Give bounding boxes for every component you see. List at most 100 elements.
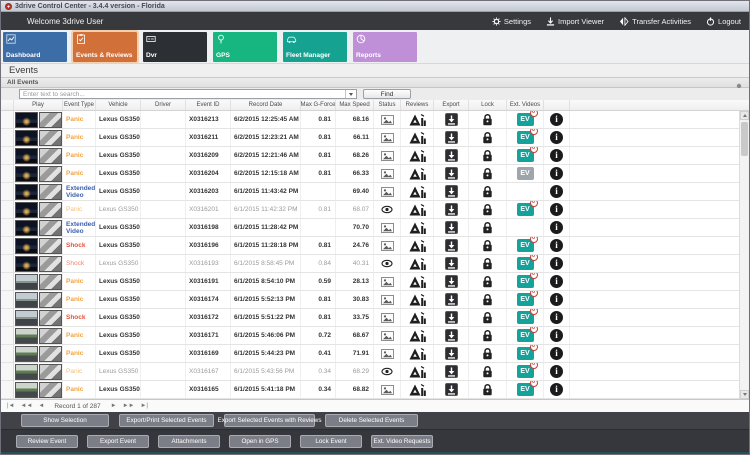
export-cell[interactable] <box>434 111 469 128</box>
table-row[interactable]: Panic Lexus GS350 X0316209 6/2/2015 12:21:4… <box>1 147 741 165</box>
pager-prev-page-button[interactable]: ◄◄ <box>19 401 35 411</box>
export-cell[interactable] <box>434 183 469 200</box>
review-event-button[interactable]: Review Event <box>16 435 78 448</box>
download-icon[interactable] <box>444 131 458 144</box>
driver-thumbnail[interactable] <box>39 345 62 362</box>
info-cell[interactable]: i <box>544 363 570 380</box>
lock-cell[interactable] <box>469 345 507 362</box>
ext-videos-cell[interactable]: EV 0 <box>507 381 544 398</box>
reviews-cell[interactable] <box>401 147 434 164</box>
road-thumbnail[interactable] <box>15 291 38 308</box>
driver-thumbnail[interactable] <box>39 291 62 308</box>
play-cell[interactable] <box>14 381 63 398</box>
export-cell[interactable] <box>434 381 469 398</box>
review-analysis-icon[interactable] <box>409 257 426 270</box>
info-icon[interactable]: i <box>550 329 563 342</box>
info-icon[interactable]: i <box>550 131 563 144</box>
info-cell[interactable]: i <box>544 111 570 128</box>
export-cell[interactable] <box>434 345 469 362</box>
road-thumbnail[interactable] <box>15 345 38 362</box>
extended-video-chip[interactable]: EV 0 <box>516 381 538 396</box>
play-cell[interactable] <box>14 201 63 218</box>
export-cell[interactable] <box>434 363 469 380</box>
ext-videos-cell[interactable]: EV 0 <box>507 111 544 128</box>
lock-cell[interactable] <box>469 309 507 326</box>
info-icon[interactable]: i <box>550 257 563 270</box>
lock-cell[interactable] <box>469 129 507 146</box>
reviews-cell[interactable] <box>401 381 434 398</box>
road-thumbnail[interactable] <box>15 381 38 398</box>
column-header-record-date[interactable]: Record Date <box>231 100 301 110</box>
column-header-lock[interactable]: Lock <box>469 100 507 110</box>
extended-video-chip[interactable]: EV 0 <box>516 345 538 360</box>
table-row[interactable]: Panic Lexus GS350 X0316204 6/2/2015 12:15:1… <box>1 165 741 183</box>
export-cell[interactable] <box>434 201 469 218</box>
info-icon[interactable]: i <box>550 149 563 162</box>
table-row[interactable]: Panic Lexus GS350 X0316201 6/1/2015 11:42:3… <box>1 201 741 219</box>
pager-next-button[interactable]: ► <box>109 401 119 411</box>
column-header-driver[interactable]: Driver <box>141 100 186 110</box>
lock-icon[interactable] <box>482 221 493 234</box>
driver-thumbnail[interactable] <box>39 219 62 236</box>
reviews-cell[interactable] <box>401 201 434 218</box>
play-cell[interactable] <box>14 237 63 254</box>
info-cell[interactable]: i <box>544 237 570 254</box>
driver-thumbnail[interactable] <box>39 165 62 182</box>
pager-prev-button[interactable]: ◄ <box>36 401 46 411</box>
road-thumbnail[interactable] <box>15 219 38 236</box>
play-cell[interactable] <box>14 363 63 380</box>
find-button[interactable]: Find <box>363 89 411 99</box>
lock-event-button[interactable]: Lock Event <box>300 435 362 448</box>
attachments-button[interactable]: Attachments <box>158 435 220 448</box>
download-icon[interactable] <box>444 383 458 396</box>
column-header-reviews[interactable]: Reviews <box>401 100 434 110</box>
export-print-selected-events-button[interactable]: Export/Print Selected Events <box>119 414 214 427</box>
play-cell[interactable] <box>14 183 63 200</box>
driver-thumbnail[interactable] <box>39 309 62 326</box>
play-cell[interactable] <box>14 129 63 146</box>
info-cell[interactable]: i <box>544 183 570 200</box>
play-cell[interactable] <box>14 273 63 290</box>
download-icon[interactable] <box>444 149 458 162</box>
review-analysis-icon[interactable] <box>409 293 426 306</box>
info-icon[interactable]: i <box>550 383 563 396</box>
info-cell[interactable]: i <box>544 345 570 362</box>
extended-video-chip[interactable]: EV 0 <box>516 327 538 342</box>
column-header-vehicle[interactable]: Vehicle <box>96 100 141 110</box>
lock-cell[interactable] <box>469 111 507 128</box>
ext-videos-cell[interactable]: EV 0 <box>507 255 544 272</box>
table-row[interactable]: Extended Video Lexus GS350 X0316198 6/1/201… <box>1 219 741 237</box>
driver-thumbnail[interactable] <box>39 363 62 380</box>
lock-cell[interactable] <box>469 381 507 398</box>
driver-thumbnail[interactable] <box>39 273 62 290</box>
extended-video-chip[interactable]: EV 0 <box>516 201 538 216</box>
reviews-cell[interactable] <box>401 309 434 326</box>
scroll-up-icon[interactable] <box>740 111 749 120</box>
driver-thumbnail[interactable] <box>39 183 62 200</box>
info-icon[interactable]: i <box>550 347 563 360</box>
info-cell[interactable]: i <box>544 129 570 146</box>
lock-icon[interactable] <box>482 293 493 306</box>
lock-icon[interactable] <box>482 239 493 252</box>
export-cell[interactable] <box>434 129 469 146</box>
ext-videos-cell[interactable]: EV 0 <box>507 129 544 146</box>
driver-thumbnail[interactable] <box>39 147 62 164</box>
scrollbar-thumb[interactable] <box>741 122 748 156</box>
extended-video-chip[interactable]: EV 0 <box>516 363 538 378</box>
review-analysis-icon[interactable] <box>409 113 426 126</box>
info-cell[interactable]: i <box>544 291 570 308</box>
reviews-cell[interactable] <box>401 273 434 290</box>
info-icon[interactable]: i <box>550 221 563 234</box>
extended-video-chip[interactable]: EV 0 <box>516 111 538 126</box>
lock-cell[interactable] <box>469 255 507 272</box>
info-icon[interactable]: i <box>550 113 563 126</box>
road-thumbnail[interactable] <box>15 309 38 326</box>
info-cell[interactable]: i <box>544 165 570 182</box>
ext-videos-cell[interactable]: EV 0 <box>507 345 544 362</box>
driver-thumbnail[interactable] <box>39 129 62 146</box>
column-header-ext-videos[interactable]: Ext. Videos <box>507 100 544 110</box>
table-row[interactable]: Panic Lexus GS350 X0316169 6/1/2015 5:44:23… <box>1 345 741 363</box>
info-cell[interactable]: i <box>544 147 570 164</box>
reviews-cell[interactable] <box>401 345 434 362</box>
road-thumbnail[interactable] <box>15 237 38 254</box>
